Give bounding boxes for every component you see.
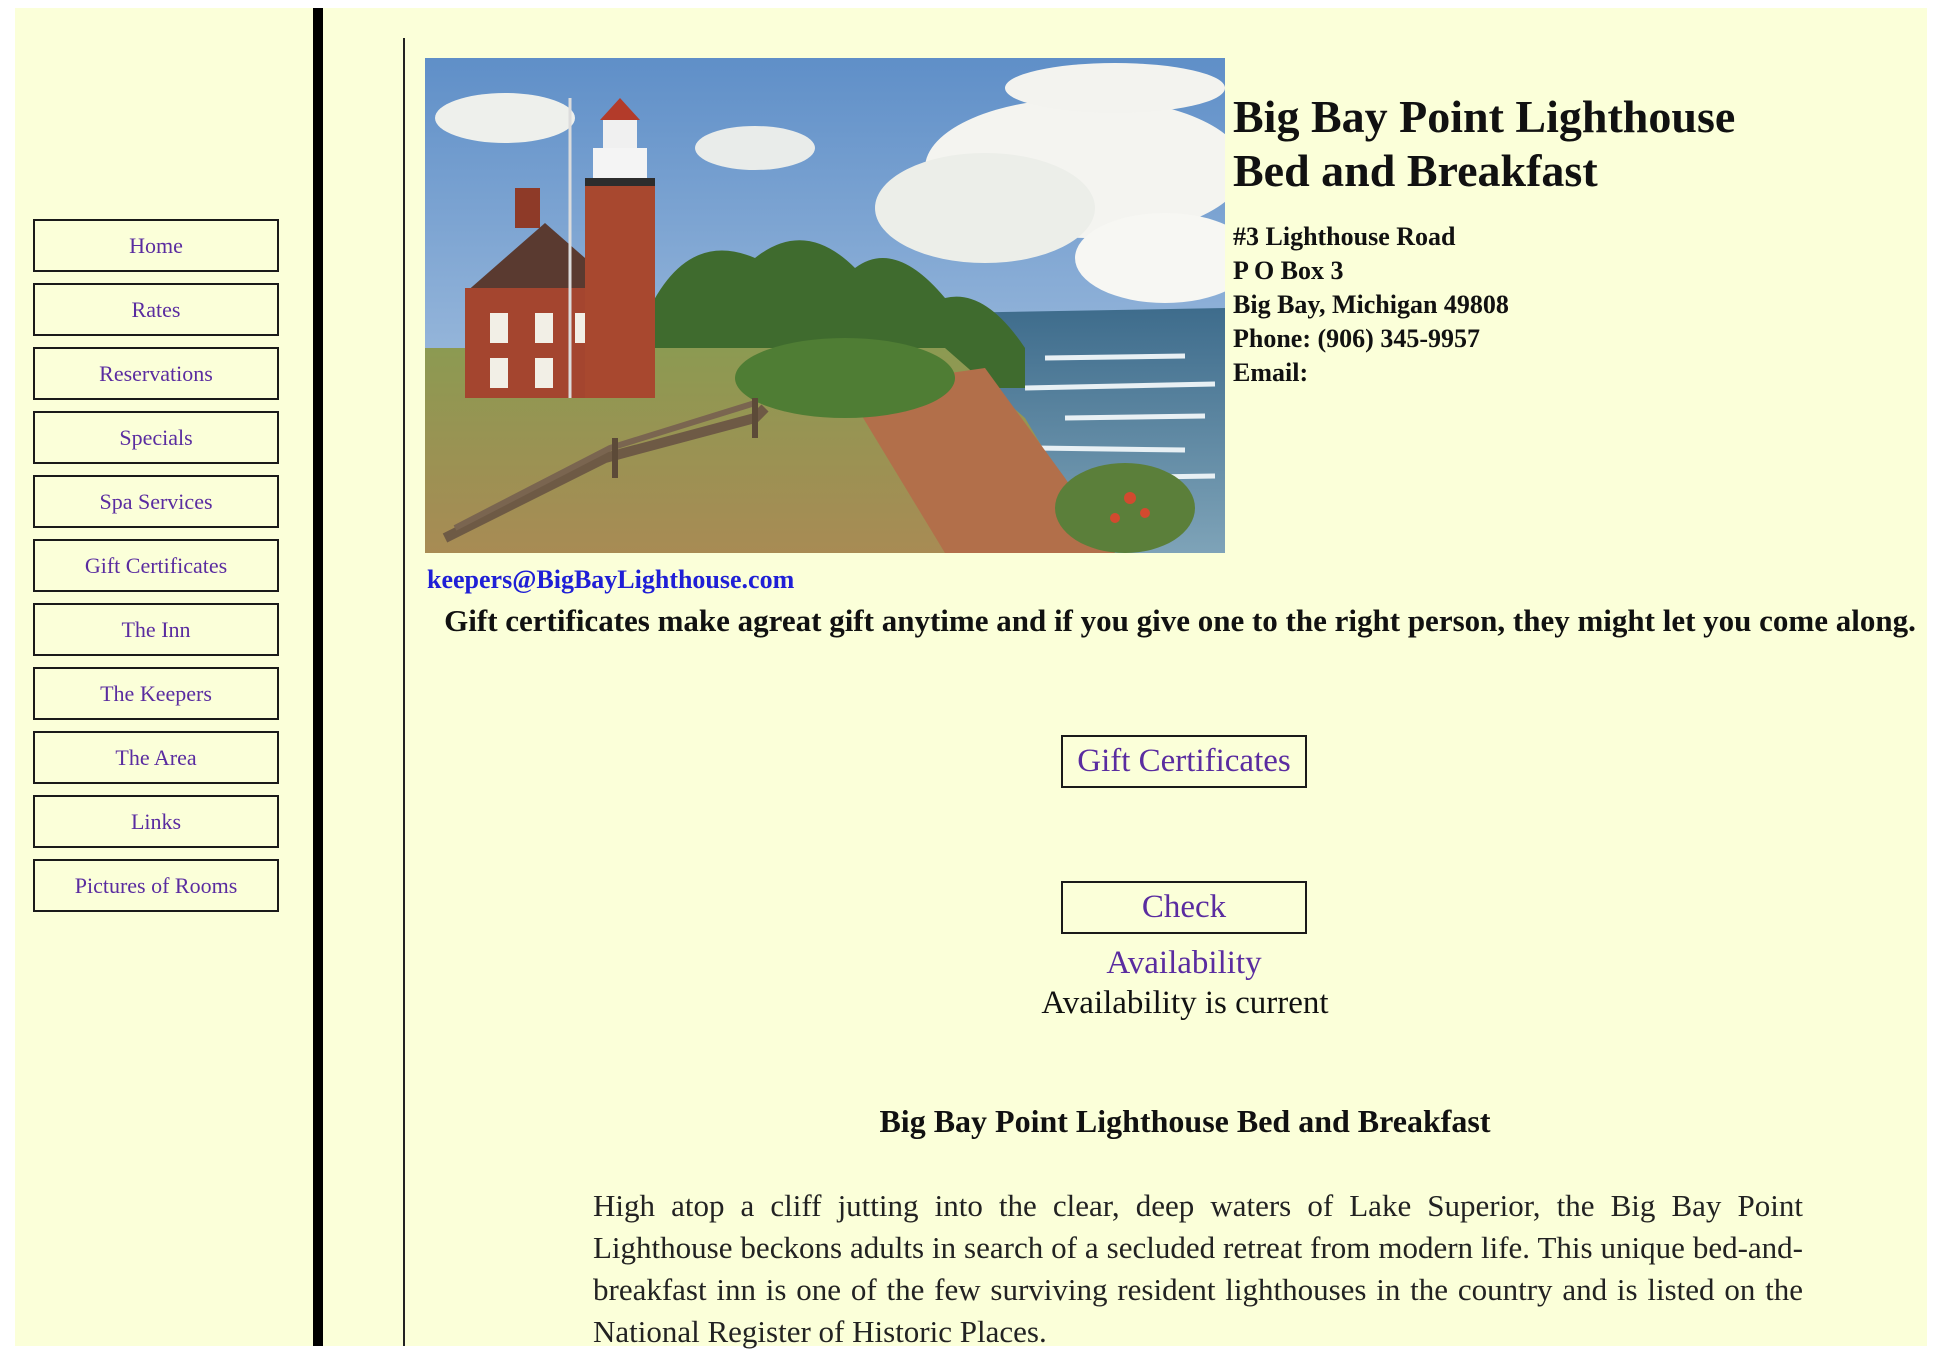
availability-status: Availability is current [1041, 985, 1329, 1021]
sidebar-divider [313, 8, 323, 1346]
nav-item-rates[interactable]: Rates [33, 283, 279, 336]
promo-text: Gift certificates make agreat gift anyti… [444, 603, 1916, 638]
site-title-line-2: Bed and Breakfast [1233, 145, 1598, 196]
content-divider [403, 38, 405, 1346]
email-link[interactable]: keepers@BigBayLighthouse.com [427, 565, 794, 595]
intro-paragraph: High atop a cliff jutting into the clear… [593, 1188, 1803, 1349]
site-title-line-1: Big Bay Point Lighthouse [1233, 91, 1736, 142]
address-phone: Phone: (906) 345-9957 [1233, 324, 1480, 353]
nav-item-reservations[interactable]: Reservations [33, 347, 279, 400]
sidebar-nav: Home Rates Reservations Specials Spa Ser… [33, 219, 279, 923]
nav-item-gift-certificates[interactable]: Gift Certificates [33, 539, 279, 592]
nav-item-links[interactable]: Links [33, 795, 279, 848]
availability-link[interactable]: Availability [1061, 945, 1307, 982]
section-heading: Big Bay Point Lighthouse Bed and Breakfa… [879, 1103, 1491, 1139]
check-availability-button[interactable]: Check [1061, 881, 1307, 934]
nav-item-the-keepers[interactable]: The Keepers [33, 667, 279, 720]
address-po-box: P O Box 3 [1233, 256, 1344, 285]
address-email-label: Email: [1233, 358, 1309, 387]
lighthouse-photo [425, 58, 1225, 553]
site-title: Big Bay Point Lighthouse Bed and Breakfa… [1233, 90, 1913, 198]
page-background: Home Rates Reservations Specials Spa Ser… [15, 8, 1927, 1349]
nav-item-spa-services[interactable]: Spa Services [33, 475, 279, 528]
header-block: Big Bay Point Lighthouse Bed and Breakfa… [1233, 90, 1913, 390]
nav-item-pictures-of-rooms[interactable]: Pictures of Rooms [33, 859, 279, 912]
nav-item-the-inn[interactable]: The Inn [33, 603, 279, 656]
address-city: Big Bay, Michigan 49808 [1233, 290, 1509, 319]
nav-item-specials[interactable]: Specials [33, 411, 279, 464]
address-street: #3 Lighthouse Road [1233, 222, 1456, 251]
gift-certificates-button[interactable]: Gift Certificates [1061, 735, 1307, 788]
nav-item-the-area[interactable]: The Area [33, 731, 279, 784]
nav-item-home[interactable]: Home [33, 219, 279, 272]
